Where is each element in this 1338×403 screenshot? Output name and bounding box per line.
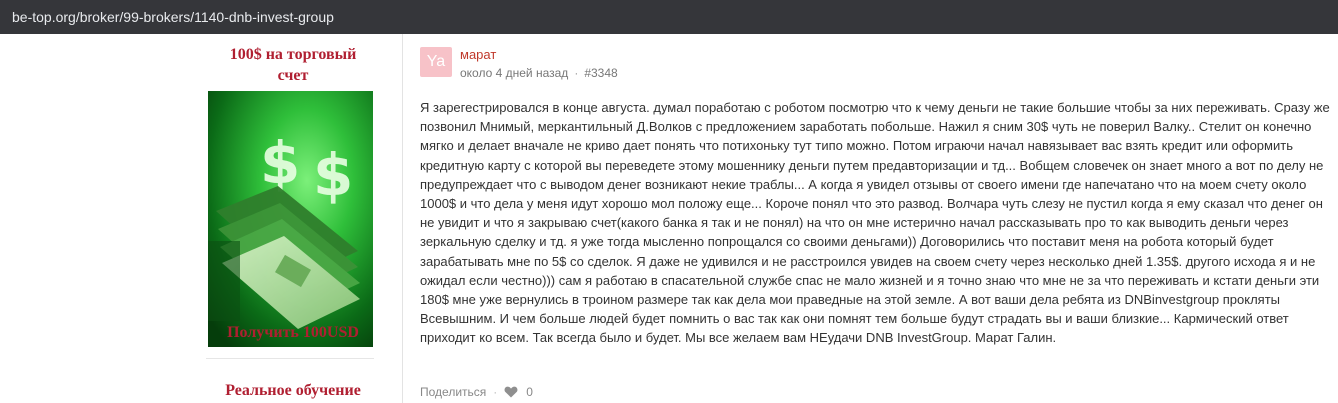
svg-text:$: $ xyxy=(260,129,300,197)
comment-time[interactable]: около 4 дней назад xyxy=(460,66,568,80)
promo-title-line2: счет xyxy=(277,67,309,84)
like-count: 0 xyxy=(526,385,533,399)
comment-text: Я зарегестрировался в конце августа. дум… xyxy=(420,100,1330,346)
promo2-title[interactable]: Реальное обучение xyxy=(193,380,393,401)
promo-cta[interactable]: Получить 100USD xyxy=(193,322,393,343)
actions-separator: · xyxy=(493,385,498,399)
column-divider xyxy=(402,34,403,403)
promo-title-line1: 100$ на торговый xyxy=(229,46,357,63)
address-bar[interactable]: be-top.org/broker/99-brokers/1140-dnb-in… xyxy=(0,0,1338,34)
comment-meta: около 4 дней назад · #3348 xyxy=(460,66,618,80)
heart-icon[interactable] xyxy=(504,386,518,398)
comment-author[interactable]: марат xyxy=(460,47,496,62)
sidebar: 100$ на торговый счет $ $ Получить 100US… xyxy=(193,34,393,403)
svg-text:$: $ xyxy=(313,141,353,209)
comment-id[interactable]: #3348 xyxy=(584,66,617,80)
share-button[interactable]: Поделиться xyxy=(420,385,486,399)
avatar[interactable]: Ya xyxy=(420,47,452,77)
sidebar-divider xyxy=(206,358,374,359)
url-text: be-top.org/broker/99-brokers/1140-dnb-in… xyxy=(12,9,334,25)
promo-money-image[interactable]: $ $ xyxy=(208,91,373,347)
comment-actions: Поделиться · 0 xyxy=(420,385,533,399)
promo-title[interactable]: 100$ на торговый счет xyxy=(193,44,393,86)
meta-separator-dot: · xyxy=(574,66,579,80)
